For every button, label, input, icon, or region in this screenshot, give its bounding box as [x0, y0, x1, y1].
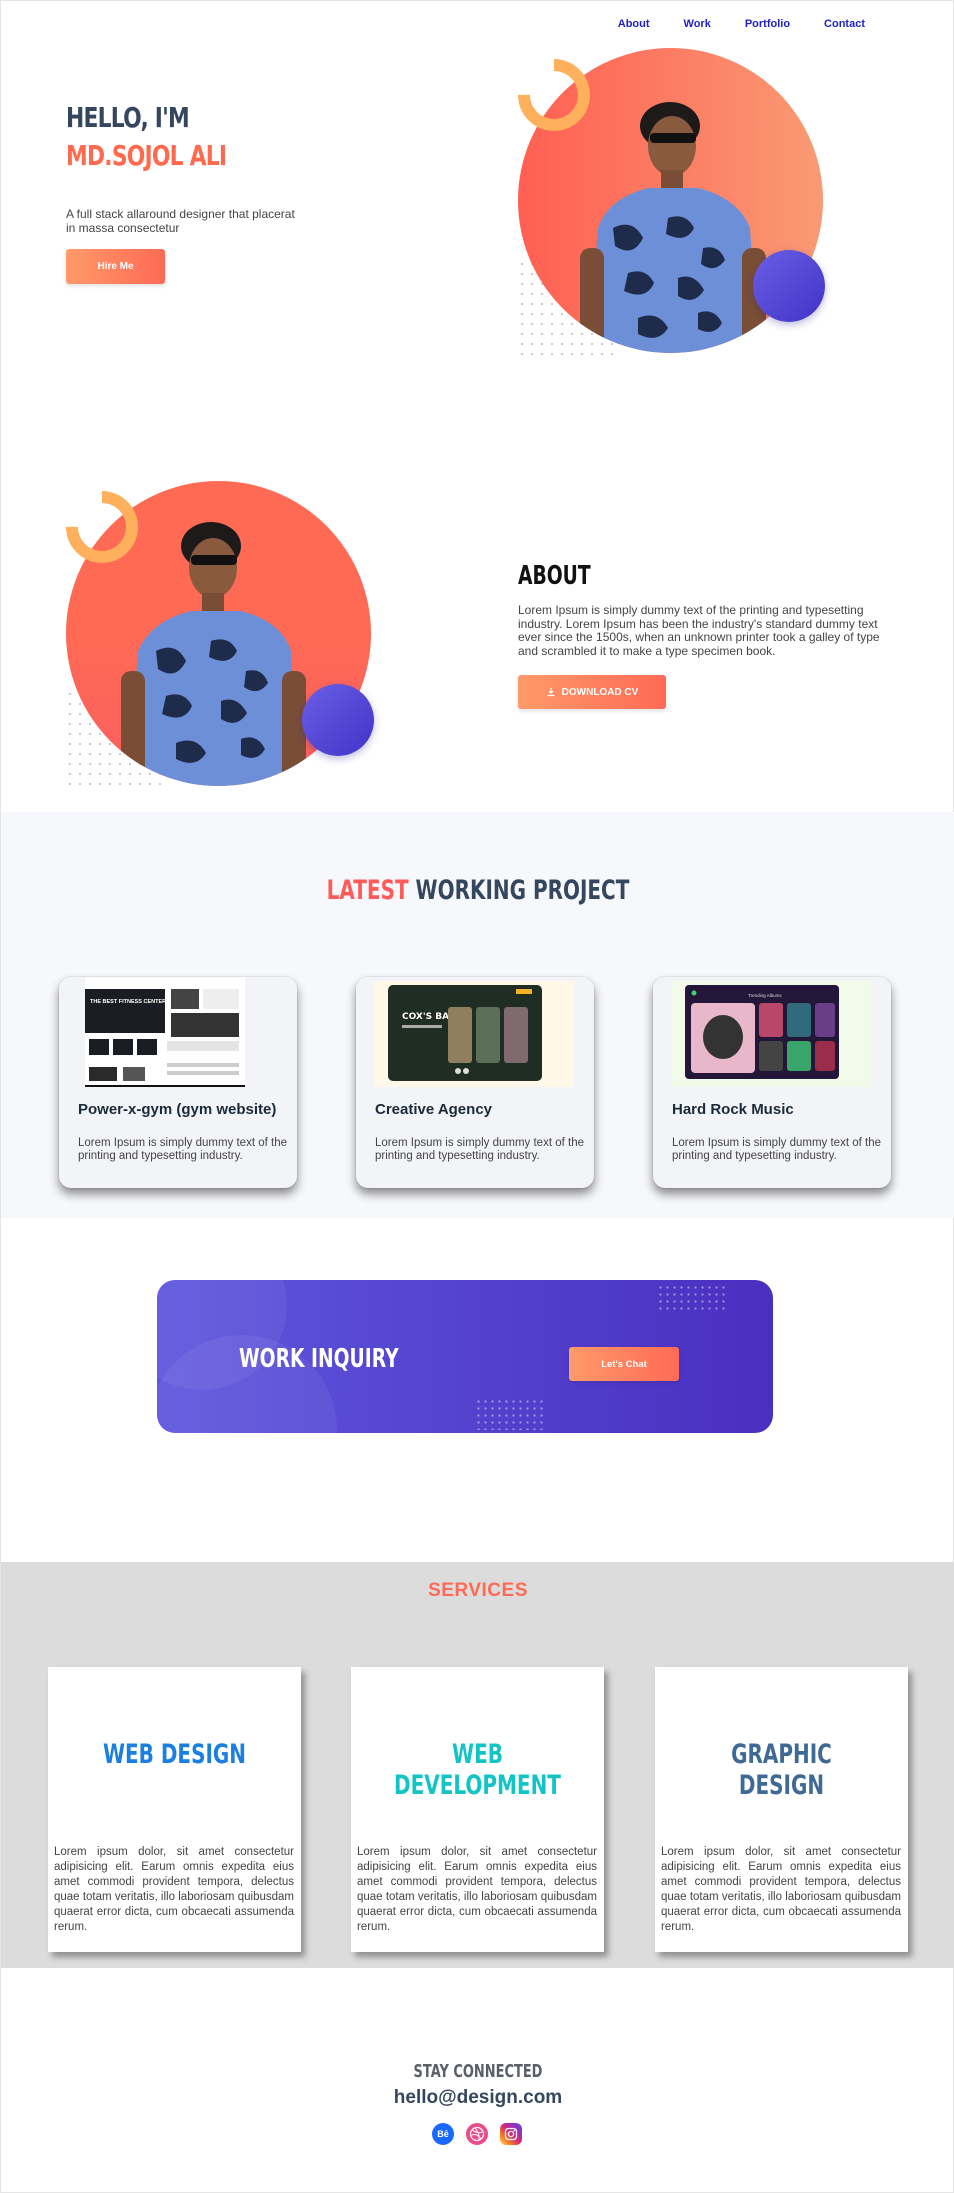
- service-card-text: Lorem ipsum dolor, sit amet consectetur …: [357, 1846, 597, 1933]
- social-links: Bē: [432, 2123, 522, 2145]
- project-card-text: Lorem Ipsum is simply dummy text of the …: [375, 1137, 584, 1162]
- nav-about-link[interactable]: About: [618, 18, 650, 30]
- nav-contact-link[interactable]: Contact: [824, 18, 865, 30]
- project-thumbnail-music: Trending Albums: [653, 977, 891, 1090]
- dribbble-ball-icon: [469, 2126, 485, 2142]
- inquiry-title: WORK INQUIRY: [239, 1344, 399, 1374]
- page: About Work Portfolio Contact HELLO, I'M …: [0, 0, 954, 2193]
- project-card[interactable]: COX'S BAZAR Creative Agency Lorem Ipsum …: [356, 977, 594, 1188]
- project-card-text: Lorem Ipsum is simply dummy text of the …: [672, 1137, 881, 1162]
- projects-title: LATEST WORKING PROJECT: [125, 875, 831, 906]
- service-card-text: Lorem ipsum dolor, sit amet consectetur …: [661, 1846, 901, 1933]
- work-inquiry-banner: WORK INQUIRY Let's Chat: [157, 1280, 773, 1433]
- nav-work-link[interactable]: Work: [684, 18, 711, 30]
- project-thumbnail-agency: COX'S BAZAR: [356, 977, 594, 1090]
- project-card[interactable]: THE BEST FITNESS CENTER IN TOWN Power-x-…: [59, 977, 297, 1188]
- project-card[interactable]: Trending Albums Hard Rock Music Lorem Ip…: [653, 977, 891, 1188]
- hero-name: MD.SOJOL ALI: [66, 139, 227, 172]
- hire-me-button[interactable]: Hire Me: [66, 249, 165, 284]
- about-title: ABOUT: [518, 561, 591, 591]
- service-card: WEB DEVELOPMENT Lorem ipsum dolor, sit a…: [351, 1667, 604, 1952]
- download-icon: [547, 688, 555, 697]
- project-thumbnail-gym: THE BEST FITNESS CENTER IN TOWN: [59, 977, 297, 1090]
- download-cv-label: DOWNLOAD CV: [561, 686, 639, 698]
- top-nav: About Work Portfolio Contact: [618, 18, 865, 30]
- project-card-text: Lorem Ipsum is simply dummy text of the …: [78, 1137, 287, 1162]
- behance-icon[interactable]: Bē: [432, 2123, 454, 2145]
- project-card-title: Creative Agency: [375, 1101, 492, 1118]
- contact-email-link[interactable]: hello@design.com: [1, 2087, 954, 2109]
- project-card-title: Power-x-gym (gym website): [78, 1101, 277, 1118]
- service-card: GRAPHIC DESIGN Lorem ipsum dolor, sit am…: [655, 1667, 908, 1952]
- service-card-title: GRAPHIC DESIGN: [731, 1739, 832, 1801]
- instagram-camera-icon: [504, 2127, 518, 2141]
- hero-greeting: HELLO, I'M: [66, 101, 190, 134]
- hero-blue-ball-decoration: [753, 250, 825, 322]
- nav-portfolio-link[interactable]: Portfolio: [745, 18, 790, 30]
- about-text: Lorem Ipsum is simply dummy text of the …: [518, 603, 880, 658]
- hero-description: A full stack allaround designer that pla…: [66, 207, 295, 235]
- dribbble-icon[interactable]: [466, 2123, 488, 2145]
- behance-glyph: Bē: [437, 2129, 449, 2139]
- services-title: SERVICES: [428, 1580, 528, 1601]
- instagram-icon[interactable]: [500, 2123, 522, 2145]
- service-card-title: WEB DEVELOPMENT: [394, 1739, 561, 1801]
- projects-section: LATEST WORKING PROJECT THE BEST FITNESS …: [1, 812, 954, 1218]
- service-card-title: WEB DESIGN: [102, 1739, 247, 1770]
- service-card: WEB DESIGN Lorem ipsum dolor, sit amet c…: [48, 1667, 301, 1952]
- projects-title-rest: WORKING PROJECT: [415, 875, 630, 906]
- music-thumb-caption: Trending Albums: [748, 993, 782, 998]
- inquiry-dots-decoration: [475, 1398, 545, 1430]
- project-card-title: Hard Rock Music: [672, 1101, 794, 1118]
- projects-title-accent: LATEST: [326, 875, 409, 906]
- about-blue-ball-decoration: [302, 684, 374, 756]
- service-card-text: Lorem ipsum dolor, sit amet consectetur …: [54, 1846, 294, 1933]
- inquiry-dots-decoration: [657, 1284, 727, 1310]
- download-cv-button[interactable]: DOWNLOAD CV: [518, 675, 666, 709]
- stay-connected-heading: STAY CONNECTED: [413, 2061, 543, 2082]
- services-section: SERVICES WEB DESIGN Lorem ipsum dolor, s…: [1, 1562, 954, 1968]
- lets-chat-button[interactable]: Let's Chat: [569, 1347, 679, 1381]
